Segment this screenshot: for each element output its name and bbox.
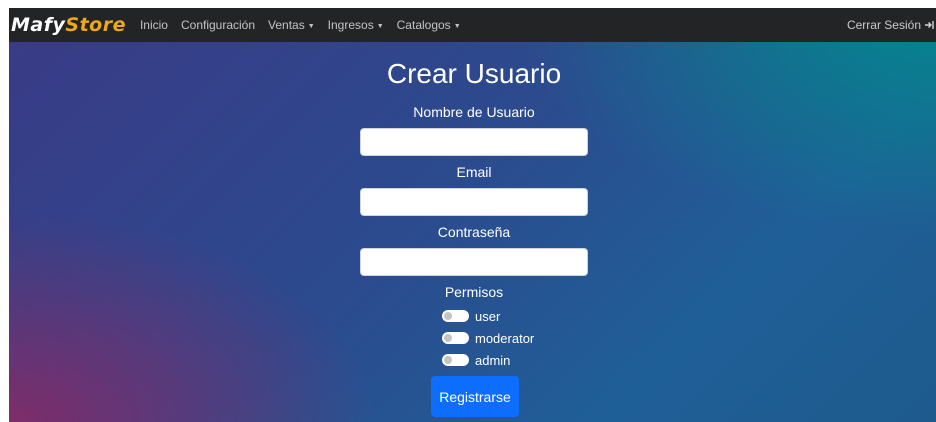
logout-link[interactable]: Cerrar Sesión (847, 8, 936, 42)
nav-item-label: Catalogos (396, 18, 451, 32)
password-input[interactable] (360, 248, 588, 276)
nav-menu: Inicio Configuración Ventas ▼ Ingresos ▼ C… (140, 18, 474, 32)
password-label: Contraseña (437, 224, 511, 240)
permission-switch-admin[interactable]: admin (442, 351, 510, 369)
nav-item-ventas[interactable]: Ventas ▼ (268, 18, 315, 32)
nav-item-ingresos[interactable]: Ingresos ▼ (328, 18, 384, 32)
navbar: MafyStore Inicio Configuración Ventas ▼ I… (9, 8, 936, 42)
page-title: Crear Usuario (386, 58, 562, 89)
nav-item-configuracion[interactable]: Configuración (181, 18, 255, 32)
toggle-switch[interactable] (442, 332, 469, 344)
permissions-label: Permisos (444, 284, 504, 300)
username-input[interactable] (360, 128, 588, 156)
app-frame: MafyStore Inicio Configuración Ventas ▼ I… (9, 8, 936, 422)
logout-arrow-icon (925, 21, 934, 29)
toggle-switch[interactable] (442, 310, 469, 322)
nav-item-label: Inicio (139, 18, 168, 32)
logout-label: Cerrar Sesión (846, 18, 921, 32)
caret-down-icon: ▼ (307, 23, 315, 30)
brand-logo[interactable]: MafyStore (11, 14, 126, 36)
nav-item-label: Ventas (268, 18, 305, 32)
register-button[interactable]: Registrarse (431, 376, 519, 417)
toggle-knob (444, 334, 452, 342)
nav-item-catalogos[interactable]: Catalogos ▼ (397, 18, 461, 32)
caret-down-icon: ▼ (453, 23, 461, 30)
toggle-knob (444, 356, 452, 364)
permission-label-moderator: moderator (475, 330, 535, 346)
caret-down-icon: ▼ (376, 23, 384, 30)
email-label: Email (456, 164, 492, 180)
create-user-form: Crear Usuario Nombre de Usuario Email Co… (9, 42, 936, 422)
toggle-switch[interactable] (442, 354, 469, 366)
username-label: Nombre de Usuario (413, 104, 535, 120)
nav-item-label: Configuración (180, 18, 256, 32)
toggle-knob (444, 312, 452, 320)
brand-part-2: Store (65, 14, 126, 36)
permission-label-admin: admin (475, 352, 511, 368)
email-input[interactable] (360, 188, 588, 216)
permission-label-user: user (475, 308, 501, 324)
nav-item-label: Ingresos (327, 18, 374, 32)
brand-part-1: Mafy (11, 14, 66, 36)
nav-item-inicio[interactable]: Inicio (140, 18, 168, 32)
permission-switch-moderator[interactable]: moderator (442, 329, 534, 347)
permission-switch-user[interactable]: user (442, 307, 500, 325)
